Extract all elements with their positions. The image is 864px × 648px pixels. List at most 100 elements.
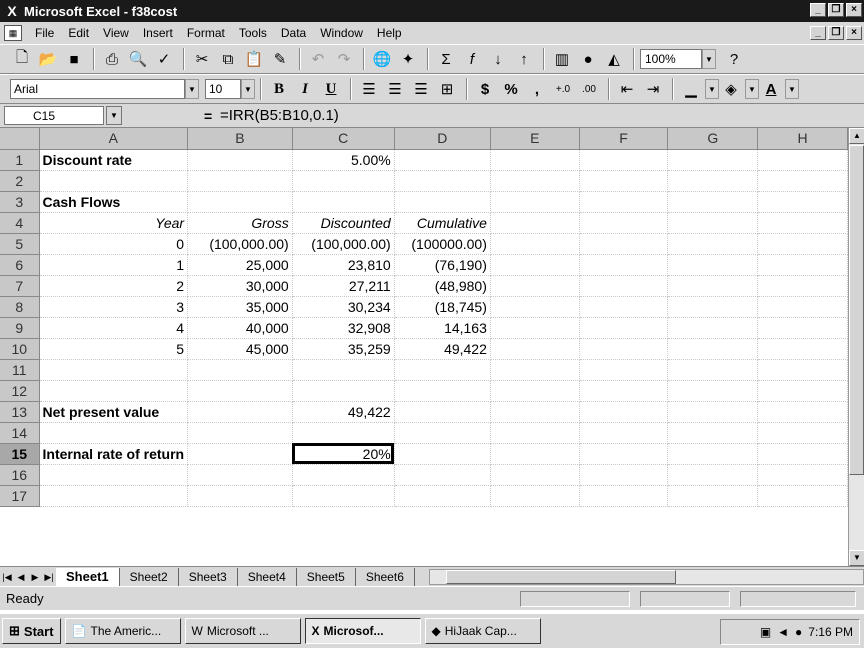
menu-insert[interactable]: Insert [136,26,180,40]
cell-d1[interactable] [394,149,491,171]
print-preview-icon[interactable]: 🔍 [126,47,150,71]
cell-e15[interactable] [490,443,580,465]
row-header[interactable]: 6 [0,254,40,276]
cell-b2[interactable] [187,170,293,192]
cell-a2[interactable] [39,170,189,192]
paste-icon[interactable]: 📋 [242,47,266,71]
zoom-select[interactable]: 100% [640,49,702,69]
menu-file[interactable]: File [28,26,61,40]
zoom-dropdown-icon[interactable]: ▼ [702,49,716,69]
font-select[interactable]: Arial [10,79,185,99]
cell-g15[interactable] [667,443,759,465]
chart-wizard-icon[interactable]: ▥ [550,47,574,71]
cell-b14[interactable] [187,422,293,444]
sort-ascending-icon[interactable]: ↓ [486,47,510,71]
cell-g16[interactable] [667,464,759,486]
increase-decimal-icon[interactable]: +.0 [551,77,575,101]
undo-icon[interactable]: ↶ [306,47,330,71]
row-header[interactable]: 14 [0,422,40,444]
tab-sheet3[interactable]: Sheet3 [178,567,238,586]
row-header[interactable]: 3 [0,191,40,213]
cell-f7[interactable] [579,275,669,297]
web-toolbar-icon[interactable]: ✦ [396,47,420,71]
scroll-down-icon[interactable]: ▼ [849,550,864,566]
last-sheet-icon[interactable]: ▶| [42,569,56,585]
cell-a11[interactable] [39,359,189,381]
cell-c15[interactable]: 20% [292,443,395,465]
borders-icon[interactable]: ▁ [679,77,703,101]
cell-e4[interactable] [490,212,580,234]
cell-a16[interactable] [39,464,189,486]
increase-indent-icon[interactable]: ⇥ [641,77,665,101]
font-dropdown-icon[interactable]: ▼ [185,79,199,99]
doc-minimize-button[interactable]: _ [810,26,826,40]
cell-c4[interactable]: Discounted [292,212,395,234]
cell-d7[interactable]: (48,980) [394,275,491,297]
borders-dropdown-icon[interactable]: ▼ [705,79,719,99]
column-header[interactable]: F [579,128,669,150]
cell-d8[interactable]: (18,745) [394,296,491,318]
cell-d14[interactable] [394,422,491,444]
cell-g9[interactable] [667,317,759,339]
cell-f1[interactable] [579,149,669,171]
cell-d12[interactable] [394,380,491,402]
cell-b10[interactable]: 45,000 [187,338,293,360]
sort-descending-icon[interactable]: ↑ [512,47,536,71]
menu-edit[interactable]: Edit [61,26,96,40]
next-sheet-icon[interactable]: ▶ [28,569,42,585]
cell-d4[interactable]: Cumulative [394,212,491,234]
cell-b13[interactable] [187,401,293,423]
name-box-dropdown-icon[interactable]: ▼ [106,106,122,125]
cell-b5[interactable]: (100,000.00) [187,233,293,255]
row-header[interactable]: 4 [0,212,40,234]
cell-c8[interactable]: 30,234 [292,296,395,318]
column-header[interactable]: D [394,128,491,150]
cell-g14[interactable] [667,422,759,444]
cell-a9[interactable]: 4 [39,317,189,339]
bold-button[interactable]: B [267,77,291,101]
cell-f4[interactable] [579,212,669,234]
cell-f8[interactable] [579,296,669,318]
cell-b6[interactable]: 25,000 [187,254,293,276]
align-right-icon[interactable]: ☰ [409,77,433,101]
horizontal-scrollbar[interactable] [428,568,864,585]
cell-g1[interactable] [667,149,759,171]
fill-color-icon[interactable]: ◈ [719,77,743,101]
spelling-icon[interactable]: ✓ [152,47,176,71]
row-header[interactable]: 8 [0,296,40,318]
cell-e10[interactable] [490,338,580,360]
cell-h3[interactable] [757,191,848,213]
cell-c2[interactable] [292,170,395,192]
cell-e14[interactable] [490,422,580,444]
cell-a4[interactable]: Year [39,212,189,234]
cell-c10[interactable]: 35,259 [292,338,395,360]
start-button[interactable]: ⊞ Start [2,618,61,644]
cell-d16[interactable] [394,464,491,486]
cell-d17[interactable] [394,485,491,507]
column-header[interactable]: A [39,128,189,150]
cell-g7[interactable] [667,275,759,297]
cell-g6[interactable] [667,254,759,276]
cell-a10[interactable]: 5 [39,338,189,360]
save-icon[interactable]: ■ [62,47,86,71]
row-header[interactable]: 9 [0,317,40,339]
font-color-icon[interactable]: A [759,77,783,101]
menu-format[interactable]: Format [180,26,232,40]
network-icon[interactable]: ● [795,625,802,639]
help-icon[interactable]: ? [722,47,746,71]
select-all-corner[interactable] [0,128,40,150]
cell-b9[interactable]: 40,000 [187,317,293,339]
cell-a14[interactable] [39,422,189,444]
cell-table[interactable]: A B C D E F G H 1 Discount rate 5.00% 2 3 Cas… [0,128,848,507]
cell-g10[interactable] [667,338,759,360]
cell-d10[interactable]: 49,422 [394,338,491,360]
cell-a12[interactable] [39,380,189,402]
column-header[interactable]: G [667,128,759,150]
cell-f16[interactable] [579,464,669,486]
cell-g2[interactable] [667,170,759,192]
cell-b15[interactable] [187,443,293,465]
function-icon[interactable]: f [460,47,484,71]
cell-g8[interactable] [667,296,759,318]
cell-b12[interactable] [187,380,293,402]
cell-h15[interactable] [757,443,848,465]
